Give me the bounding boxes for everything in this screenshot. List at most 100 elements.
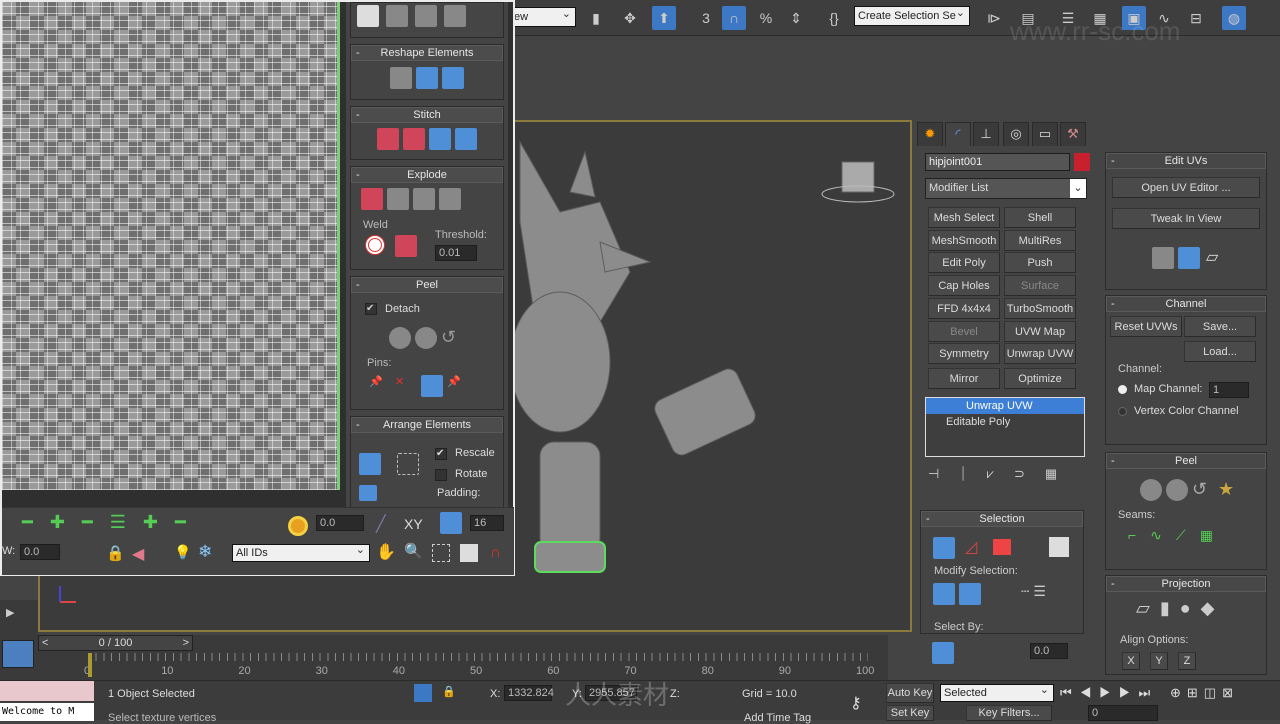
zoom-icon[interactable]: 🔍 [404, 542, 423, 560]
pin-icon[interactable]: 📌 [369, 375, 391, 397]
pack-together-icon[interactable] [359, 485, 377, 501]
projection-icons[interactable]: ▱▮●◆ [1106, 592, 1266, 619]
map-channel-radio[interactable] [1118, 385, 1127, 394]
rollout-header[interactable]: - Explode [351, 167, 503, 183]
stack-item-editable-poly[interactable]: Editable Poly [926, 414, 1084, 430]
modifier-button[interactable]: MeshSmooth [928, 230, 1000, 251]
align-z-button[interactable]: Z [1178, 652, 1196, 670]
zoom-extents-icon[interactable] [460, 544, 478, 562]
percent-snap-icon[interactable]: % [754, 6, 778, 30]
stack-tool-icons[interactable]: ⊣⏐⩗⊃▦ [928, 466, 1078, 482]
key-mode-dropdown[interactable]: Selected [940, 682, 1054, 702]
flatten-by-material-icon[interactable] [439, 188, 461, 210]
display-tab[interactable]: ▭ [1032, 122, 1058, 146]
key-icon[interactable]: ⚷ [850, 693, 862, 713]
stitch-average-icon[interactable] [403, 128, 425, 150]
rollout-header[interactable]: - Arrange Elements [351, 417, 503, 433]
spinner-snap-icon[interactable]: ⇕ [784, 6, 808, 30]
edge-select-icon[interactable]: ◿ [965, 537, 977, 557]
maxscript-listener-top[interactable] [0, 681, 94, 701]
tweak-icon[interactable] [1152, 247, 1174, 269]
reset-peel-icon[interactable]: ↺ [1192, 479, 1214, 501]
detach-checkbox[interactable]: ✔ [365, 303, 377, 315]
mirror-icon[interactable]: ⧐ [982, 6, 1006, 30]
align-icon[interactable] [386, 5, 409, 27]
create-tab[interactable]: ✹ [917, 122, 943, 146]
x-coordinate[interactable]: 1332.824 [504, 685, 554, 701]
rotate-icon[interactable] [415, 5, 438, 27]
pan-icon[interactable]: ✋ [376, 542, 396, 562]
rotate-checkbox[interactable] [435, 469, 447, 481]
shrink-selection-icon[interactable] [959, 583, 981, 605]
relax-icon[interactable] [416, 67, 438, 89]
grid-snap-icon[interactable] [440, 512, 462, 534]
hide-icon[interactable]: ◀ [132, 544, 144, 564]
hierarchy-tab[interactable]: ⊥ [973, 122, 999, 146]
align-x-button[interactable]: X [1122, 652, 1140, 670]
stack-item-unwrap-uvw[interactable]: Unwrap UVW [926, 398, 1084, 414]
soft-selection-icon[interactable] [288, 516, 308, 536]
modifier-button[interactable]: Mirror [928, 368, 1000, 389]
modifier-button[interactable]: Optimize [1004, 368, 1076, 389]
set-key-button[interactable]: Set Key [886, 705, 934, 721]
seam-tools-icons[interactable]: ⌐∿⟋▦ [1128, 527, 1227, 544]
align-y-button[interactable]: Y [1150, 652, 1168, 670]
loop-ring-icon[interactable]: ┄ ☰ [1021, 583, 1046, 600]
grow-shrink-icons[interactable]: ━ ✚ ━ ☰ ✚ ━ [22, 512, 192, 533]
rescale-checkbox[interactable]: ✔ [435, 448, 447, 460]
utilities-tab[interactable]: ⚒ [1060, 122, 1086, 146]
modifier-button[interactable]: Mesh Select [928, 207, 1000, 228]
break-icon[interactable] [361, 188, 383, 210]
isolate-icon[interactable] [414, 684, 432, 702]
grid-value-spinner[interactable]: 16 [470, 515, 504, 531]
auto-key-button[interactable]: Auto Key [886, 683, 934, 703]
angle-snap-icon[interactable]: ∩ [722, 6, 746, 30]
named-selection-dropdown[interactable]: Create Selection Se [854, 4, 970, 26]
unpin-icon[interactable]: ✕ [395, 375, 417, 397]
map-channel-spinner[interactable]: 1 [1209, 382, 1249, 398]
rollout-header[interactable]: - Edit UVs [1106, 153, 1266, 169]
select-pins-icon[interactable]: 📌 [447, 375, 469, 397]
snap-toggle[interactable]: 3 [694, 6, 718, 30]
playback-controls[interactable]: ⏮◀▶▶⏭ [1060, 685, 1158, 701]
object-color-swatch[interactable] [1074, 153, 1090, 171]
modifier-button[interactable]: Unwrap UVW [1004, 343, 1076, 364]
rollout-header[interactable]: - Selection [921, 511, 1083, 527]
grow-selection-icon[interactable] [933, 583, 955, 605]
element-select-icon[interactable] [1049, 537, 1069, 557]
modifier-button[interactable]: Edit Poly [928, 252, 1000, 273]
pack-normalize-icon[interactable] [397, 453, 419, 475]
rollout-header[interactable]: - Stitch [351, 107, 503, 123]
convert-to-seams-icon[interactable]: ★ [1218, 479, 1240, 501]
modify-tab[interactable]: ◜ [945, 122, 971, 146]
move-icon[interactable]: ✥ [618, 6, 642, 30]
modifier-button[interactable]: Symmetry [928, 343, 1000, 364]
quick-peel-icon[interactable] [389, 327, 411, 349]
material-editor-icon[interactable]: ◍ [1222, 6, 1246, 30]
relax-settings-icon[interactable] [442, 67, 464, 89]
ignore-backfacing-icon[interactable] [932, 642, 954, 664]
modifier-button[interactable]: TurboSmooth [1004, 298, 1076, 319]
modifier-button[interactable]: Surface [1004, 275, 1076, 296]
flatten-by-smoothing-icon[interactable] [413, 188, 435, 210]
tweak-in-view-button[interactable]: Tweak In View [1112, 208, 1260, 229]
modifier-button[interactable]: Bevel [928, 321, 1000, 342]
polygon-select-icon[interactable] [993, 539, 1011, 555]
flatten-icon[interactable] [387, 188, 409, 210]
key-filters-button[interactable]: Key Filters... [966, 705, 1052, 721]
modifier-button[interactable]: FFD 4x4x4 [928, 298, 1000, 319]
freeform-icon[interactable] [357, 5, 379, 27]
edge-distance-icon[interactable]: ╱ [376, 514, 386, 534]
load-button[interactable]: Load... [1184, 341, 1256, 362]
open-uv-editor-button[interactable]: Open UV Editor ... [1112, 177, 1260, 198]
expand-track-icon[interactable]: ▶ [6, 606, 14, 619]
material-id-dropdown[interactable]: All IDs [232, 542, 370, 562]
stitch-to-source-icon[interactable] [429, 128, 451, 150]
vertex-select-icon[interactable] [933, 537, 955, 559]
stitch-custom-icon[interactable] [455, 128, 477, 150]
weld-selected-icon[interactable] [395, 235, 417, 257]
current-frame-field[interactable]: 0 [1088, 705, 1158, 721]
space-vertical-icon[interactable] [444, 5, 467, 27]
rollout-header[interactable]: - Projection [1106, 576, 1266, 592]
motion-tab[interactable]: ◎ [1003, 122, 1029, 146]
